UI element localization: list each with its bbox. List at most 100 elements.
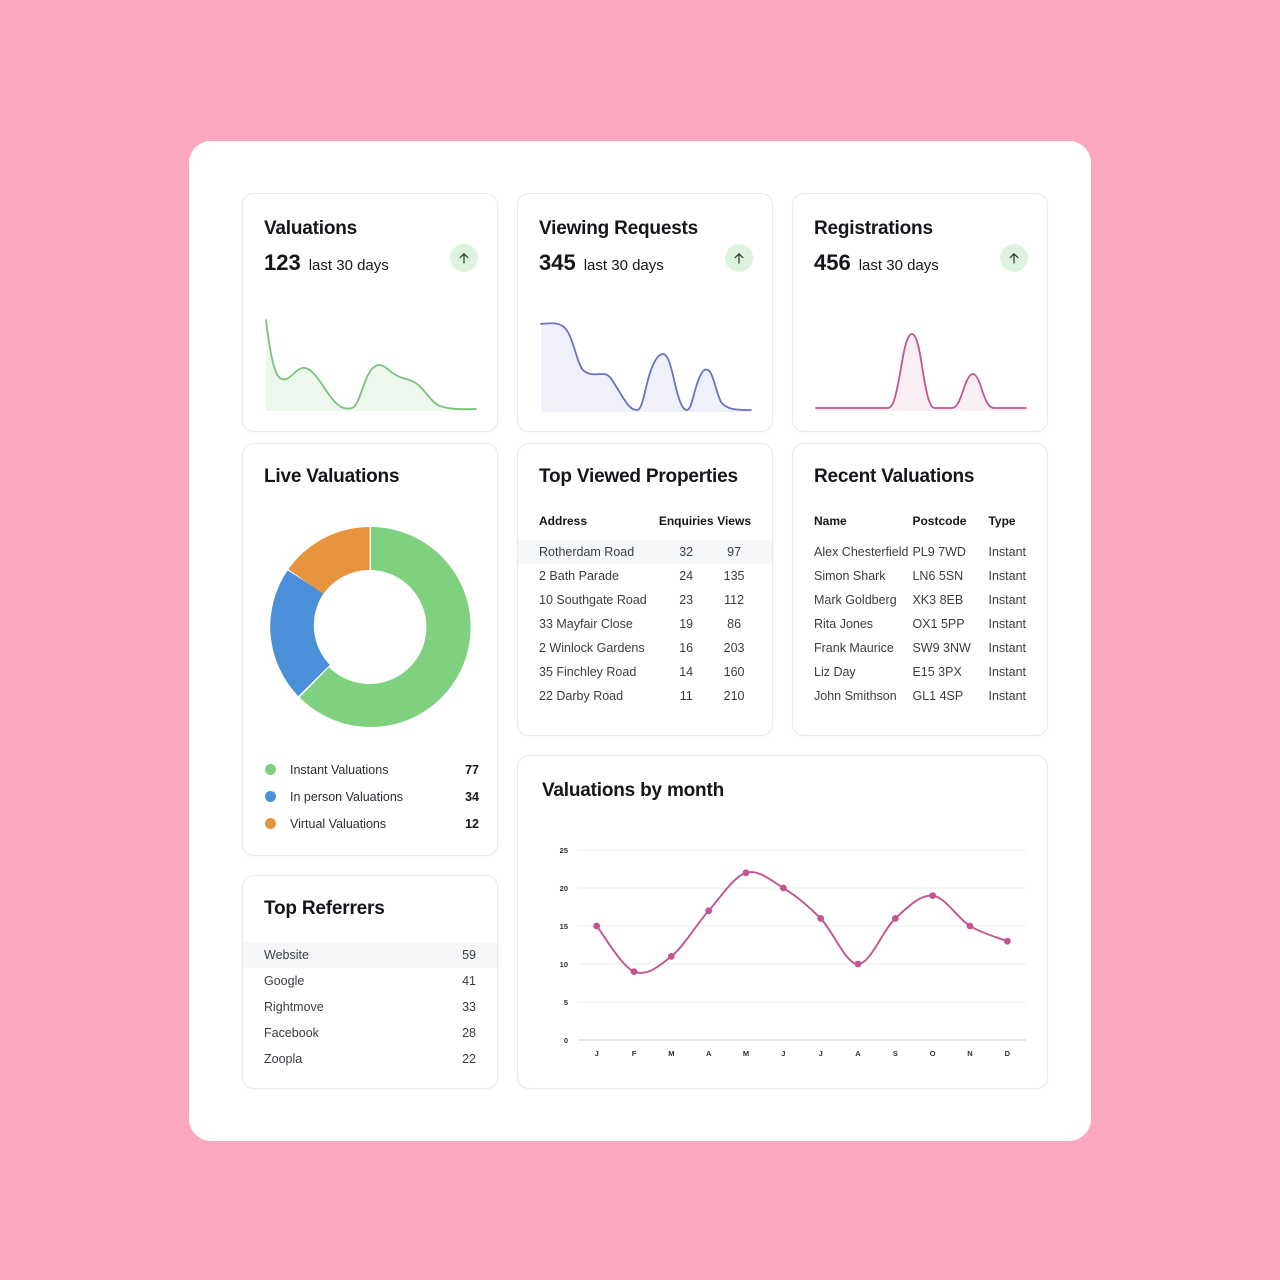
card-title: Top Viewed Properties (539, 466, 738, 487)
trend-up-badge (725, 244, 753, 272)
legend-item: Virtual Valuations 12 (265, 810, 479, 837)
table-row[interactable]: John Smithson GL1 4SP Instant (793, 684, 1047, 708)
cell-enquiries: 19 (679, 617, 694, 631)
kpi-title: Registrations (814, 218, 933, 239)
recent-valuations-card: Recent Valuations Name Postcode Type Ale… (792, 443, 1048, 736)
dashboard-panel: Valuations 123 last 30 days Viewing Requ… (189, 141, 1091, 1141)
sparkline-valuations (264, 312, 478, 417)
card-title: Top Referrers (264, 898, 385, 919)
cell-enquiries: 14 (679, 665, 694, 679)
y-axis-tick-label: 25 (560, 846, 568, 855)
top-viewed-properties-card: Top Viewed Properties Address Enquiries … (517, 443, 773, 736)
cell-postcode: OX1 5PP (912, 617, 965, 631)
donut-chart (264, 520, 478, 734)
table-row[interactable]: Alex Chesterfield PL9 7WD Instant (793, 540, 1047, 564)
arrow-up-icon (1009, 253, 1019, 264)
cell-views: 135 (723, 569, 745, 583)
cell-postcode: SW9 3NW (912, 641, 971, 655)
y-axis-tick-label: 15 (560, 922, 568, 931)
list-item[interactable]: Website 59 (243, 942, 497, 968)
cell-type: Instant (988, 641, 1026, 655)
kpi-card-registrations[interactable]: Registrations 456 last 30 days (792, 193, 1048, 432)
table-row[interactable]: 2 Winlock Gardens 16 203 (518, 636, 772, 660)
legend-label: In person Valuations (290, 789, 404, 804)
data-point-marker[interactable] (667, 953, 675, 960)
cell-postcode: LN6 5SN (912, 569, 964, 583)
y-axis-tick-label: 20 (560, 884, 568, 893)
data-point-marker[interactable] (966, 922, 974, 930)
table-row[interactable]: 10 Southgate Road 23 112 (518, 588, 772, 612)
table-row[interactable]: Rotherdam Road 32 97 (518, 540, 772, 564)
cell-type: Instant (988, 545, 1026, 559)
legend-value: 77 (465, 762, 479, 777)
legend-label: Virtual Valuations (290, 816, 387, 831)
legend-label: Instant Valuations (290, 762, 389, 777)
referrer-label: Zoopla (264, 1052, 303, 1066)
cell-type: Instant (988, 665, 1026, 679)
data-point-marker[interactable] (630, 968, 638, 975)
legend-value: 34 (465, 789, 479, 804)
legend-value: 12 (465, 816, 479, 831)
kpi-card-viewing-requests[interactable]: Viewing Requests 345 last 30 days (517, 193, 773, 432)
top-referrers-card: Top Referrers Website 59 Google 41 Right… (242, 875, 498, 1089)
cell-name: Frank Maurice (814, 641, 894, 655)
cell-address: 35 Finchley Road (539, 665, 637, 679)
cell-enquiries: 24 (679, 569, 694, 583)
kpi-value: 345 (539, 250, 576, 275)
data-point-marker[interactable] (742, 869, 750, 877)
cell-name: Liz Day (814, 665, 856, 679)
arrow-up-icon (459, 253, 469, 264)
card-title: Valuations by month (542, 780, 724, 801)
kpi-subtitle: last 30 days (858, 257, 939, 274)
sparkline-viewing-requests (539, 312, 753, 417)
table-row[interactable]: Simon Shark LN6 5SN Instant (793, 564, 1047, 588)
table-row[interactable]: Frank Maurice SW9 3NW Instant (793, 636, 1047, 660)
list-item[interactable]: Rightmove 33 (243, 994, 497, 1020)
cell-views: 160 (723, 665, 745, 679)
data-point-marker[interactable] (705, 907, 713, 915)
cell-address: 22 Darby Road (539, 689, 624, 703)
column-header-address: Address (539, 514, 588, 528)
referrer-label: Google (264, 974, 305, 988)
cell-name: Rita Jones (814, 617, 874, 631)
y-axis-tick-label: 0 (564, 1036, 568, 1045)
cell-postcode: E15 3PX (912, 665, 962, 679)
data-point-marker[interactable] (779, 884, 787, 892)
cell-postcode: XK3 8EB (912, 593, 964, 607)
table-row[interactable]: 22 Darby Road 11 210 (518, 684, 772, 708)
cell-views: 86 (727, 617, 742, 631)
data-point-marker[interactable] (1003, 937, 1011, 945)
cell-name: Simon Shark (814, 569, 886, 583)
data-point-marker[interactable] (854, 960, 862, 968)
data-point-marker[interactable] (817, 915, 825, 922)
legend-dot-instant (265, 764, 276, 775)
kpi-card-valuations[interactable]: Valuations 123 last 30 days (242, 193, 498, 432)
list-item[interactable]: Facebook 28 (243, 1020, 497, 1046)
legend-dot-virtual (265, 818, 276, 829)
table-row[interactable]: Rita Jones OX1 5PP Instant (793, 612, 1047, 636)
table-header-row: Address Enquiries Views (518, 506, 772, 540)
table-row[interactable]: Liz Day E15 3PX Instant (793, 660, 1047, 684)
referrers-list: Website 59 Google 41 Rightmove 33 Facebo… (243, 942, 497, 1072)
trend-up-badge (1000, 244, 1028, 272)
list-item[interactable]: Google 41 (243, 968, 497, 994)
table-row[interactable]: 2 Bath Parade 24 135 (518, 564, 772, 588)
x-axis-tick-label: F (632, 1049, 637, 1058)
line-chart: 0 5 10 15 20 25 J F M A M J J A S O N D (518, 818, 1047, 1083)
x-axis-tick-label: A (706, 1049, 712, 1058)
cell-postcode: GL1 4SP (912, 689, 964, 703)
referrer-label: Rightmove (264, 1000, 324, 1014)
x-axis-tick-label: M (668, 1049, 674, 1058)
kpi-value-row: 456 last 30 days (814, 250, 939, 276)
data-point-marker[interactable] (891, 915, 899, 922)
cell-address: 2 Bath Parade (539, 569, 619, 583)
list-item[interactable]: Zoopla 22 (243, 1046, 497, 1072)
data-point-marker[interactable] (929, 892, 937, 899)
referrer-value: 33 (462, 1000, 476, 1014)
cell-postcode: PL9 7WD (912, 545, 966, 559)
table-row[interactable]: Mark Goldberg XK3 8EB Instant (793, 588, 1047, 612)
table-row[interactable]: 35 Finchley Road 14 160 (518, 660, 772, 684)
cell-name: John Smithson (814, 689, 897, 703)
table-row[interactable]: 33 Mayfair Close 19 86 (518, 612, 772, 636)
data-point-marker[interactable] (593, 922, 601, 930)
